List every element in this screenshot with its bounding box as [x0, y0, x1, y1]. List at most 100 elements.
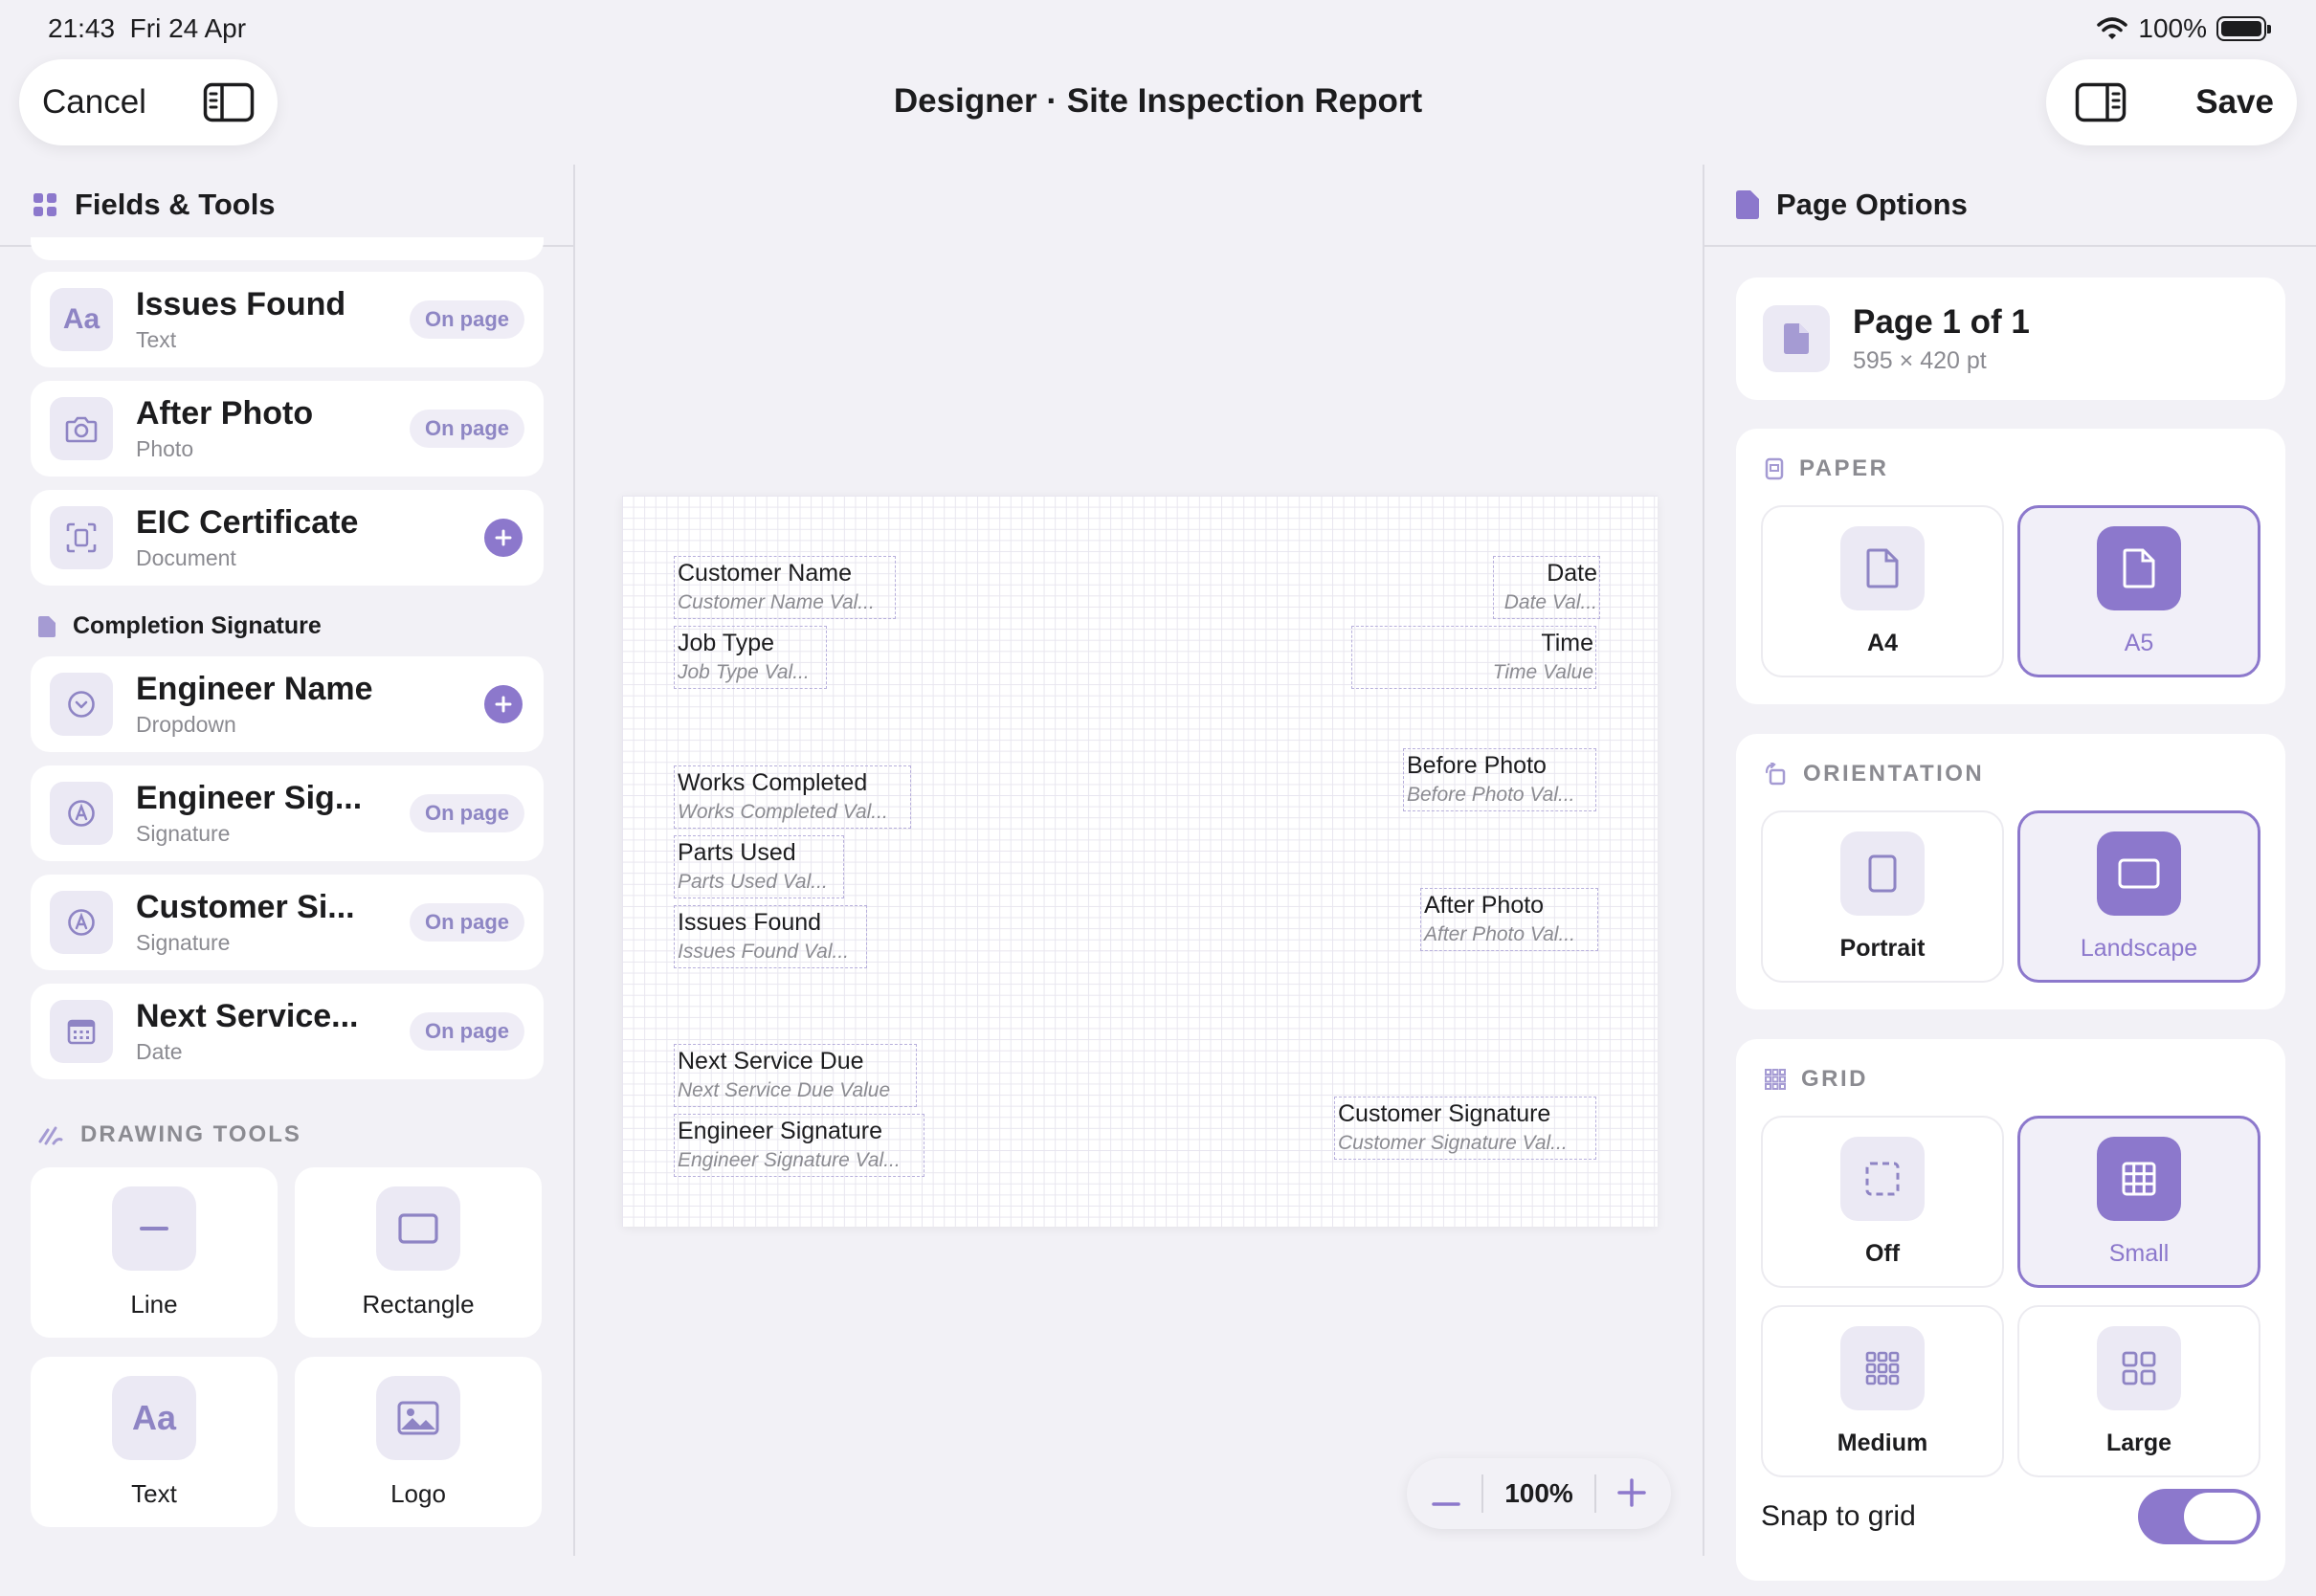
list-item-partial	[31, 237, 544, 260]
tool-label: Text	[131, 1478, 177, 1508]
field-title: EIC Certificate	[136, 504, 359, 541]
rectangle-icon	[376, 1186, 460, 1271]
canvas-element-before-photo[interactable]: Before Photo Before Photo Val...	[1403, 748, 1596, 811]
grid-option-medium[interactable]: Medium	[1761, 1305, 2004, 1477]
canvas-element-after-photo[interactable]: After Photo After Photo Val...	[1420, 888, 1598, 951]
sidebar-right-icon[interactable]	[2075, 82, 2127, 122]
canvas-element-customer-name[interactable]: Customer Name Customer Name Val...	[674, 556, 896, 619]
option-label: Small	[2108, 1239, 2170, 1267]
zoom-out-button[interactable]	[1432, 1473, 1460, 1515]
field-item-next-service[interactable]: Next Service... Date On page	[31, 984, 544, 1079]
field-title: Issues Found	[136, 286, 346, 322]
zoom-divider	[1481, 1474, 1484, 1513]
element-label: Time	[1541, 630, 1593, 656]
grid-option-off[interactable]: Off	[1761, 1116, 2004, 1288]
field-type: Dropdown	[136, 712, 236, 737]
tool-rectangle[interactable]: Rectangle	[295, 1167, 542, 1338]
field-title: After Photo	[136, 395, 314, 432]
fields-tools-header: Fields & Tools	[33, 188, 276, 222]
snap-to-grid-toggle[interactable]	[2138, 1489, 2260, 1544]
field-type: Text	[136, 327, 177, 352]
paper-header: PAPER	[1765, 455, 1888, 482]
field-type: Signature	[136, 930, 231, 955]
element-value: Issues Found Val...	[678, 941, 849, 963]
canvas-element-date[interactable]: Date Date Val...	[1493, 556, 1600, 619]
canvas-element-engineer-signature[interactable]: Engineer Signature Engineer Signature Va…	[674, 1114, 924, 1177]
element-label: Customer Signature	[1338, 1100, 1551, 1127]
canvas-element-works-completed[interactable]: Works Completed Works Completed Val...	[674, 765, 911, 829]
element-value: Engineer Signature Val...	[678, 1149, 901, 1171]
on-page-badge: On page	[409, 794, 524, 832]
on-page-badge: On page	[409, 300, 524, 339]
tool-label: Line	[130, 1289, 178, 1319]
element-value: Parts Used Val...	[678, 871, 828, 893]
zoom-divider	[1593, 1474, 1596, 1513]
field-item-engineer-signature[interactable]: Engineer Sig... Signature On page	[31, 765, 544, 861]
grid-option-large[interactable]: Large	[2017, 1305, 2260, 1477]
paper-size-icon	[1765, 457, 1784, 480]
option-label: A5	[2124, 629, 2154, 656]
element-label: Works Completed	[678, 769, 868, 796]
save-button[interactable]: Save	[2195, 83, 2274, 122]
option-label: Off	[1864, 1239, 1901, 1267]
field-title: Customer Si...	[136, 889, 355, 925]
element-value: Customer Name Val...	[678, 591, 875, 613]
add-field-button[interactable]	[484, 519, 523, 557]
tool-logo[interactable]: Logo	[295, 1357, 542, 1527]
field-type: Signature	[136, 821, 231, 846]
grid-option-small[interactable]: Small	[2017, 1116, 2260, 1288]
zoom-in-button[interactable]	[1617, 1473, 1646, 1515]
tool-line[interactable]: Line	[31, 1167, 278, 1338]
page-title: Designer · Site Inspection Report	[893, 82, 1423, 120]
document-icon	[38, 615, 56, 637]
canvas-element-next-service-due[interactable]: Next Service Due Next Service Due Value	[674, 1044, 917, 1107]
page-icon	[1763, 305, 1830, 372]
element-label: Date	[1547, 560, 1597, 587]
status-date: Fri 24 Apr	[129, 13, 247, 43]
add-field-button[interactable]	[484, 685, 523, 723]
fields-tools-title: Fields & Tools	[75, 188, 276, 221]
tool-text[interactable]: Aa Text	[31, 1357, 278, 1527]
paper-section: PAPER A4 A5	[1736, 429, 2285, 704]
paper-option-a4[interactable]: A4	[1761, 505, 2004, 677]
wifi-icon	[2097, 17, 2128, 39]
canvas-element-parts-used[interactable]: Parts Used Parts Used Val...	[674, 835, 844, 898]
canvas-element-customer-signature[interactable]: Customer Signature Customer Signature Va…	[1334, 1097, 1596, 1160]
field-title: Engineer Sig...	[136, 780, 363, 816]
canvas-element-issues-found[interactable]: Issues Found Issues Found Val...	[674, 905, 867, 968]
status-clock: 21:43	[48, 13, 116, 43]
element-label: Parts Used	[678, 839, 796, 866]
element-label: Job Type	[678, 630, 775, 656]
canvas-element-job-type[interactable]: Job Type Job Type Val...	[674, 626, 827, 689]
field-item-engineer-name[interactable]: Engineer Name Dropdown	[31, 656, 544, 752]
grid-large-icon	[2097, 1325, 2181, 1410]
section-completion-signature: Completion Signature	[38, 612, 322, 640]
design-canvas[interactable]: Customer Name Customer Name Val... Date …	[622, 496, 1658, 1227]
signature-icon	[50, 782, 113, 845]
field-item-issues-found[interactable]: Aa Issues Found Text On page	[31, 272, 544, 367]
grid-dots-icon	[1765, 1069, 1786, 1090]
option-label: A4	[1867, 629, 1898, 656]
orientation-option-portrait[interactable]: Portrait	[1761, 810, 2004, 983]
text-icon: Aa	[50, 288, 113, 351]
portrait-icon	[1840, 831, 1925, 916]
section-drawing-tools: DRAWING TOOLS	[38, 1121, 301, 1148]
field-item-eic-certificate[interactable]: EIC Certificate Document	[31, 490, 544, 586]
minus-icon	[1432, 1502, 1460, 1506]
orientation-header: ORIENTATION	[1765, 761, 1984, 787]
field-item-after-photo[interactable]: After Photo Photo On page	[31, 381, 544, 477]
orientation-option-landscape[interactable]: Landscape	[2017, 810, 2260, 983]
signature-icon	[50, 891, 113, 954]
paper-option-a5[interactable]: A5	[2017, 505, 2260, 677]
battery-icon	[2216, 16, 2271, 41]
section-title: ORIENTATION	[1803, 761, 1985, 787]
text-icon: Aa	[112, 1375, 196, 1460]
grid-small-icon	[2097, 1136, 2181, 1221]
canvas-element-time[interactable]: Time Time Value	[1351, 626, 1596, 689]
calendar-icon	[50, 1000, 113, 1063]
chevron-circle-icon	[50, 673, 113, 736]
element-value: Date Val...	[1503, 591, 1597, 613]
grid-section: GRID Off Small Medium Large Snap to grid	[1736, 1039, 2285, 1581]
field-item-customer-signature[interactable]: Customer Si... Signature On page	[31, 875, 544, 970]
tool-label: Logo	[390, 1478, 446, 1508]
